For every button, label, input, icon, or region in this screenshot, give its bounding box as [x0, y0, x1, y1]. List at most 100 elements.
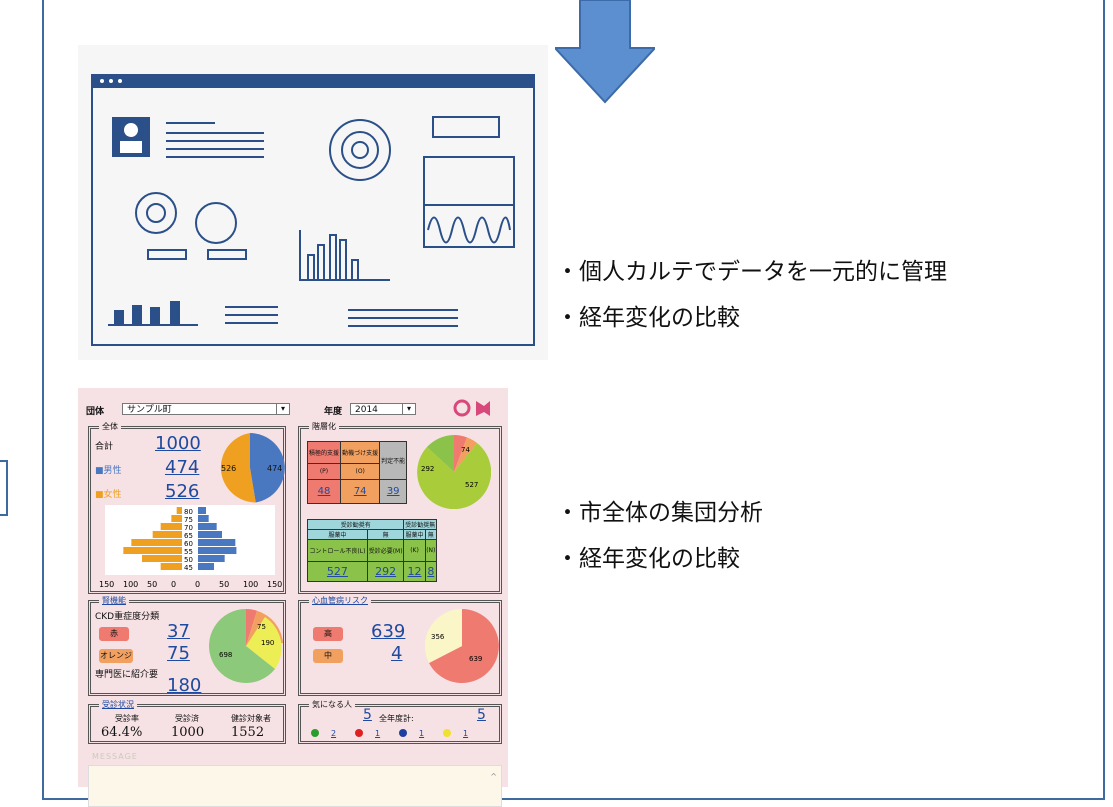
x-tick-label: 100	[123, 580, 138, 589]
pie-label: 356	[431, 633, 445, 641]
t-sub: 服薬中	[307, 529, 368, 540]
high-value[interactable]: 639	[371, 621, 405, 642]
pie-label: 527	[465, 481, 478, 489]
bullet-text: ・個人カルテでデータを一元的に管理	[556, 259, 947, 285]
mid-value[interactable]: 4	[391, 643, 402, 664]
done-label: 受診済	[175, 714, 199, 723]
section-title: 気になる人	[309, 699, 355, 710]
age-label: 75	[184, 516, 193, 524]
all-value[interactable]: 5	[477, 707, 486, 723]
age-label: 65	[184, 532, 193, 540]
orange-badge: オレンジ	[99, 649, 133, 663]
cardio-pie-chart: 356 639	[425, 609, 499, 683]
section-title[interactable]: 受診状況	[99, 699, 137, 710]
t-mid: 受診必要(M)	[366, 539, 405, 562]
t-head: 受診勧奨有	[306, 519, 405, 530]
whole-section: 全体 合計 1000 ■男性 474 ■女性 526 474 526 80 75 7…	[88, 421, 286, 594]
female-label: ■女性	[95, 490, 122, 500]
age-label: 55	[184, 548, 193, 556]
referral-table: 受診勧奨有 受診勧奨無 服薬中 無 服薬中 無 コントロール不良(L) 受診必要…	[306, 519, 438, 582]
red-dot-icon	[355, 729, 363, 737]
t-mid: (K)	[403, 539, 426, 562]
chevron-down-icon[interactable]: ▾	[276, 404, 289, 414]
app-logo-icon	[453, 399, 490, 417]
stratify-pie-chart: 74 292 527	[417, 435, 491, 509]
down-arrow-icon	[555, 0, 655, 104]
x-tick-label: 150	[267, 580, 282, 589]
male-value[interactable]: 474	[165, 457, 199, 478]
male-bar	[198, 523, 217, 530]
target-label: 健診対象者	[231, 714, 271, 723]
stratify-section: 階層化 積極的支援 動機づけ支援 判定不能 (P) (O) 48 74 39 7…	[298, 421, 502, 594]
dot-count[interactable]: 2	[331, 729, 336, 738]
exam-section: 受診状況 受診率 受診済 健診対象者 64.4% 1000 1552	[88, 699, 286, 744]
year-value: 2014	[355, 405, 378, 415]
message-box[interactable]: ^	[88, 765, 502, 807]
referral-value[interactable]: 8	[427, 565, 434, 578]
age-label: 60	[184, 540, 193, 548]
h1: 積極的支援	[307, 441, 341, 464]
age-label: 80	[184, 508, 193, 516]
h3: 判定不能	[379, 441, 407, 480]
female-bar	[152, 531, 182, 538]
high-badge: 高	[313, 627, 343, 641]
t-mid: (N)	[424, 539, 438, 562]
group-label: 団体	[86, 407, 105, 417]
dot-count[interactable]: 1	[375, 729, 380, 738]
pie-label: 292	[421, 465, 434, 473]
dashboard-panel: 団体 サンプル町 ▾ 年度 2014 ▾ 全体 合計 1000 ■男性 474 …	[78, 388, 508, 807]
concern-count[interactable]: 5	[363, 707, 372, 723]
year-select[interactable]: 2014 ▾	[350, 403, 416, 415]
bullets-top: ・個人カルテでデータを一元的に管理 ・経年変化の比較	[556, 249, 947, 341]
female-bar	[176, 507, 182, 514]
referral-value[interactable]: 12	[408, 565, 422, 578]
population-pyramid: 8075706560555045150 100 50 0 0 50 100 150	[99, 505, 282, 589]
referral-value[interactable]: 292	[375, 565, 396, 578]
dot-count[interactable]: 1	[463, 729, 468, 738]
orange-value[interactable]: 75	[167, 643, 190, 664]
stratify-table: 積極的支援 動機づけ支援 判定不能 (P) (O) 48 74 39	[307, 441, 407, 504]
section-title[interactable]: 心血管病リスク	[309, 595, 371, 606]
kidney-section: 腎機能 CKD重症度分類 赤 37 オレンジ 75 専門医に紹介要 180 75…	[88, 595, 286, 696]
male-label: ■男性	[95, 466, 122, 476]
bullet-text: ・経年変化の比較	[556, 305, 740, 331]
section-title[interactable]: 腎機能	[99, 595, 129, 606]
concern-section: 気になる人 5 全年度計: 5 2 1 1 1	[298, 699, 502, 744]
x-tick-label: 150	[99, 580, 114, 589]
dot-count[interactable]: 1	[419, 729, 424, 738]
female-bar	[142, 555, 182, 562]
male-bar	[198, 555, 225, 562]
dashboard-illustration	[78, 45, 548, 360]
pie-label: 190	[261, 639, 274, 647]
stratify-value[interactable]: 74	[354, 486, 367, 497]
pie-label: 698	[219, 651, 232, 659]
chevron-down-icon[interactable]: ▾	[402, 404, 415, 414]
referral-value[interactable]: 527	[327, 565, 348, 578]
stratify-value[interactable]: 39	[387, 486, 400, 497]
female-value[interactable]: 526	[165, 481, 199, 502]
t-sub: 無	[366, 529, 405, 540]
pie-label: 74	[461, 446, 470, 454]
t-head: 受診勧奨無	[403, 519, 437, 530]
female-bar	[160, 563, 182, 570]
scroll-up-icon[interactable]: ^	[490, 772, 497, 781]
x-tick-label: 0	[171, 580, 176, 589]
group-select[interactable]: サンプル町 ▾	[122, 403, 290, 415]
t-mid: コントロール不良(L)	[307, 539, 368, 562]
bullet-text: ・市全体の集団分析	[556, 500, 763, 526]
refer-label: 専門医に紹介要	[95, 670, 159, 680]
stratify-value[interactable]: 48	[318, 486, 331, 497]
analytics-illustration-icon	[91, 74, 535, 346]
h2: 動機づけ支援	[339, 441, 381, 464]
done-value: 1000	[171, 725, 205, 740]
x-tick-label: 100	[243, 580, 258, 589]
all-label: 全年度計:	[379, 714, 414, 723]
p2: (O)	[339, 463, 381, 480]
male-bar	[198, 539, 236, 546]
female-bar	[123, 547, 182, 554]
refer-value[interactable]: 180	[167, 675, 201, 696]
red-badge: 赤	[99, 627, 129, 641]
red-value[interactable]: 37	[167, 621, 190, 642]
gender-pie-chart: 474 526	[220, 433, 285, 503]
total-value[interactable]: 1000	[155, 433, 201, 454]
